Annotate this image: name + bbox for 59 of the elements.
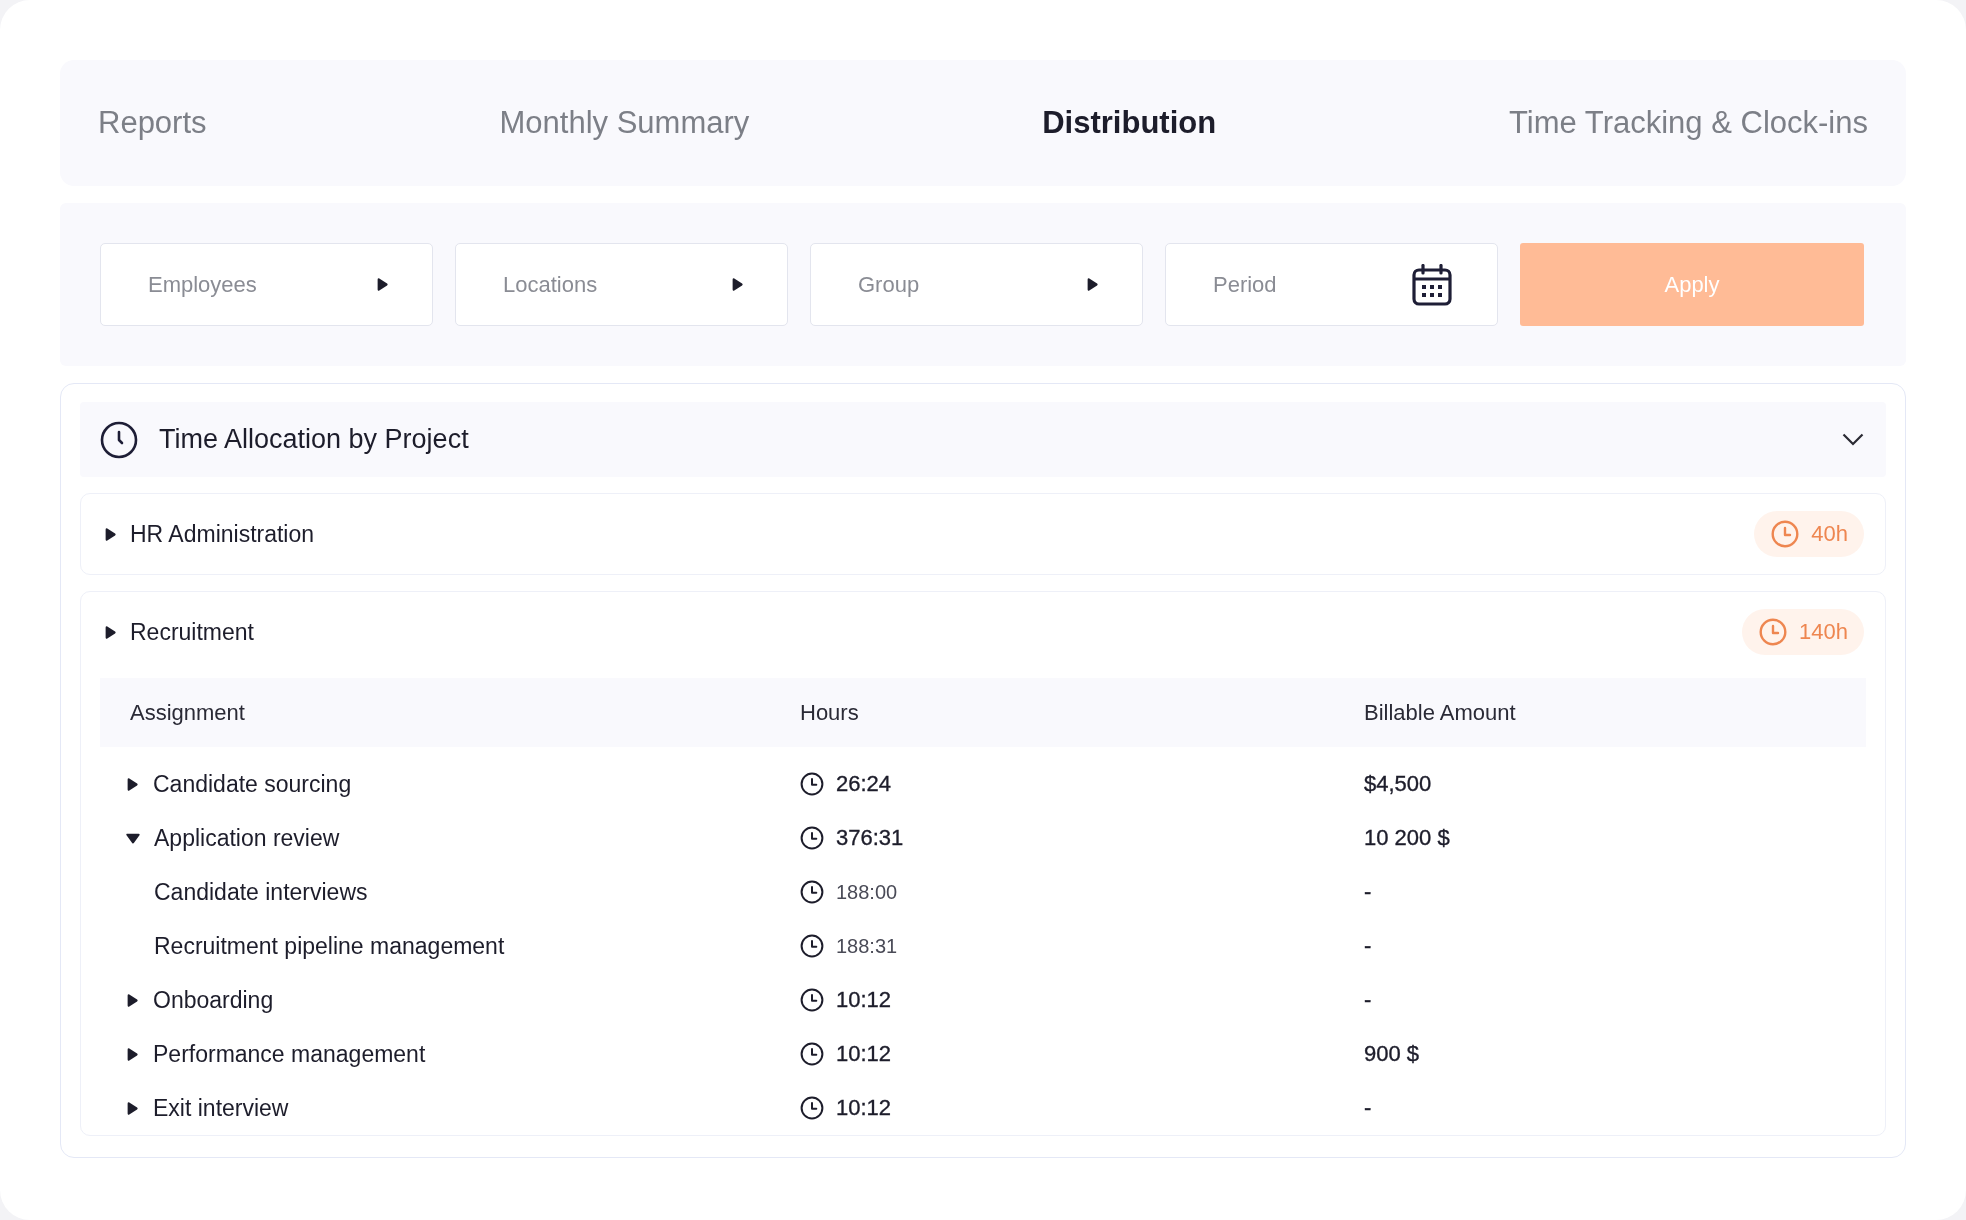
hours-value: 10:12: [836, 987, 892, 1013]
caret-icon[interactable]: [126, 832, 140, 844]
billable-amount: 900 $: [1364, 1041, 1420, 1066]
dropdown-field[interactable]: Employees: [100, 243, 433, 326]
clock-icon: [800, 880, 824, 904]
clock-icon: [800, 826, 824, 850]
caret-icon[interactable]: [127, 1101, 138, 1115]
caret-icon: [377, 278, 388, 291]
hours-value: 376:31: [836, 825, 904, 851]
dropdown-field[interactable]: Group: [810, 243, 1143, 326]
column-header: Billable Amount: [1364, 699, 1516, 725]
caret-icon[interactable]: [105, 527, 116, 541]
section-title: Time Allocation by Project: [159, 424, 469, 455]
hours-total: 140h: [1799, 619, 1848, 645]
assignment-name: Candidate interviews: [154, 878, 368, 906]
project-name[interactable]: Recruitment: [130, 618, 254, 646]
clock-icon: [800, 988, 824, 1012]
tab[interactable]: Time Tracking & Clock-ins: [1509, 105, 1868, 141]
assignment-name: Onboarding: [153, 986, 274, 1014]
caret-icon[interactable]: [127, 993, 138, 1007]
billable-amount: 10 200 $: [1364, 825, 1450, 850]
hours-value: 188:31: [836, 934, 898, 958]
clock-icon: [1771, 520, 1800, 548]
clock-icon: [800, 934, 824, 958]
assignment-name: Application review: [154, 824, 340, 852]
clock-icon: [800, 772, 824, 796]
project-name[interactable]: HR Administration: [130, 520, 315, 548]
chevron-icon[interactable]: [1842, 433, 1864, 446]
assignment-name: Candidate sourcing: [153, 770, 352, 798]
date-field[interactable]: Period: [1165, 243, 1498, 326]
caret-icon[interactable]: [127, 777, 138, 791]
calendar-icon: [1412, 263, 1452, 306]
assignment-name: Performance management: [153, 1040, 426, 1068]
column-header: Assignment: [130, 699, 245, 725]
billable-amount: -: [1364, 879, 1372, 904]
hours-value: 26:24: [836, 771, 892, 797]
caret-icon: [732, 278, 743, 291]
assignment-name: Exit interview: [153, 1094, 289, 1122]
tab[interactable]: Distribution: [1042, 105, 1217, 141]
clock-icon: [800, 1042, 824, 1066]
clock-icon: [1759, 618, 1788, 646]
billable-amount: -: [1364, 1095, 1372, 1120]
column-header: Hours: [800, 699, 859, 725]
hours-value: 10:12: [836, 1041, 892, 1067]
hours-total: 40h: [1811, 521, 1848, 547]
billable-amount: -: [1364, 933, 1372, 958]
caret-icon[interactable]: [105, 625, 116, 639]
hours-value: 10:12: [836, 1095, 892, 1121]
dropdown-field[interactable]: Locations: [455, 243, 788, 326]
hours-value: 188:00: [836, 880, 898, 904]
assignment-name: Recruitment pipeline management: [154, 932, 505, 960]
caret-icon[interactable]: [127, 1047, 138, 1061]
clock-icon: [100, 420, 138, 459]
tab[interactable]: Reports: [98, 105, 207, 141]
billable-amount: $4,500: [1364, 771, 1432, 796]
caret-icon: [1087, 278, 1098, 291]
clock-icon: [800, 1096, 824, 1120]
billable-amount: -: [1364, 987, 1372, 1012]
tab[interactable]: Monthly Summary: [499, 105, 750, 141]
